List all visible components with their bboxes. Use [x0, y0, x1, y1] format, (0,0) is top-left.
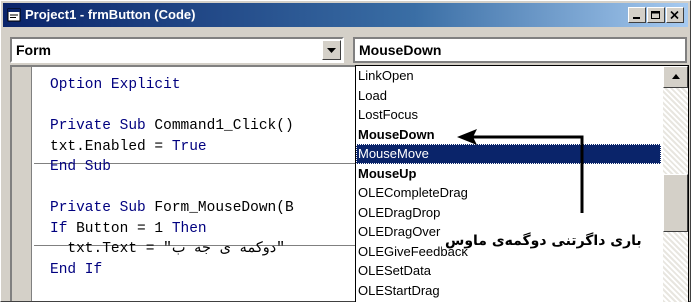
- annotation-arrow: [457, 129, 584, 213]
- annotation-label: باری داگرتنی دوگمەی ماوس: [442, 233, 645, 249]
- code-window: Project1 - frmButton (Code) Form MouseDo…: [0, 0, 691, 302]
